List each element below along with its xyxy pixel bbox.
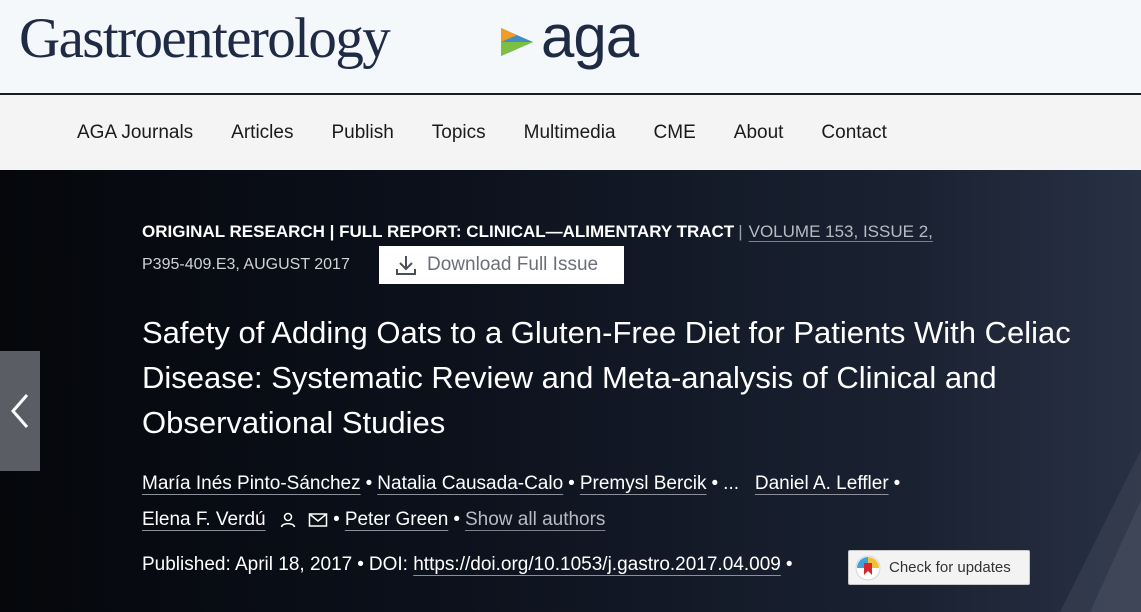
article-meta: ORIGINAL RESEARCH | FULL REPORT: CLINICA… xyxy=(142,222,933,242)
nav-item-aga-journals[interactable]: AGA Journals xyxy=(77,122,193,144)
authors-ellipsis: ... xyxy=(723,473,740,494)
nav-item-articles[interactable]: Articles xyxy=(231,122,293,144)
journal-logo[interactable]: Gastroenterology xyxy=(19,3,391,75)
nav-item-topics[interactable]: Topics xyxy=(432,122,486,144)
nav-list: AGA Journals Articles Publish Topics Mul… xyxy=(77,95,925,170)
author-list: María Inés Pinto-Sánchez • Natalia Causada… xyxy=(142,466,1132,538)
info-separator: • xyxy=(785,554,793,575)
aga-logo[interactable]: aga xyxy=(497,3,657,77)
show-all-authors-link[interactable]: Show all authors xyxy=(465,509,605,530)
author-link[interactable]: Elena F. Verdú xyxy=(142,509,266,530)
publication-info: Published: April 18, 2017 • DOI: https://d… xyxy=(142,554,797,576)
aga-logo-text: aga xyxy=(541,3,639,70)
meta-separator: | xyxy=(738,222,743,241)
nav-item-multimedia[interactable]: Multimedia xyxy=(524,122,616,144)
crossmark-icon xyxy=(855,555,881,580)
author-link[interactable]: Natalia Causada-Calo xyxy=(377,473,563,494)
article-category: ORIGINAL RESEARCH | FULL REPORT: CLINICA… xyxy=(142,222,735,241)
download-icon xyxy=(396,256,416,275)
nav-item-about[interactable]: About xyxy=(734,122,784,144)
aga-logo-mark-icon xyxy=(501,28,533,56)
author-link[interactable]: Peter Green xyxy=(345,509,449,530)
author-separator: • xyxy=(365,473,373,494)
site-header: Gastroenterology aga xyxy=(0,0,1141,95)
nav-item-contact[interactable]: Contact xyxy=(821,122,886,144)
article-title: Safety of Adding Oats to a Gluten-Free D… xyxy=(142,315,1071,440)
author-separator: • xyxy=(711,473,719,494)
main-nav: AGA Journals Articles Publish Topics Mul… xyxy=(0,95,1141,170)
nav-item-cme[interactable]: CME xyxy=(654,122,696,144)
volume-issue-link[interactable]: VOLUME 153, ISSUE 2, xyxy=(749,222,933,241)
check-for-updates-button[interactable]: Check for updates xyxy=(848,550,1030,585)
mail-icon[interactable] xyxy=(308,512,328,528)
chevron-left-icon xyxy=(11,394,29,428)
doi-link[interactable]: https://doi.org/10.1053/j.gastro.2017.04… xyxy=(413,554,781,575)
author-separator: • xyxy=(893,473,901,494)
info-separator: • xyxy=(357,554,364,575)
article-hero: ORIGINAL RESEARCH | FULL REPORT: CLINICA… xyxy=(0,170,1141,612)
check-for-updates-label: Check for updates xyxy=(889,559,1011,576)
download-full-issue-label: Download Full Issue xyxy=(427,254,599,275)
author-separator: • xyxy=(453,509,460,530)
person-icon[interactable] xyxy=(279,511,297,529)
previous-article-button[interactable] xyxy=(0,351,40,471)
download-full-issue-button[interactable]: Download Full Issue xyxy=(379,246,624,284)
author-link[interactable]: Premysl Bercik xyxy=(580,473,707,494)
author-link[interactable]: Daniel A. Leffler xyxy=(755,473,889,494)
author-separator: • xyxy=(333,509,340,530)
doi-label: DOI: xyxy=(368,554,408,575)
nav-item-publish[interactable]: Publish xyxy=(331,122,393,144)
author-link[interactable]: María Inés Pinto-Sánchez xyxy=(142,473,361,494)
published-date: Published: April 18, 2017 xyxy=(142,554,353,575)
pages-date: P395-409.E3, AUGUST 2017 xyxy=(142,256,350,273)
author-separator: • xyxy=(568,473,575,494)
